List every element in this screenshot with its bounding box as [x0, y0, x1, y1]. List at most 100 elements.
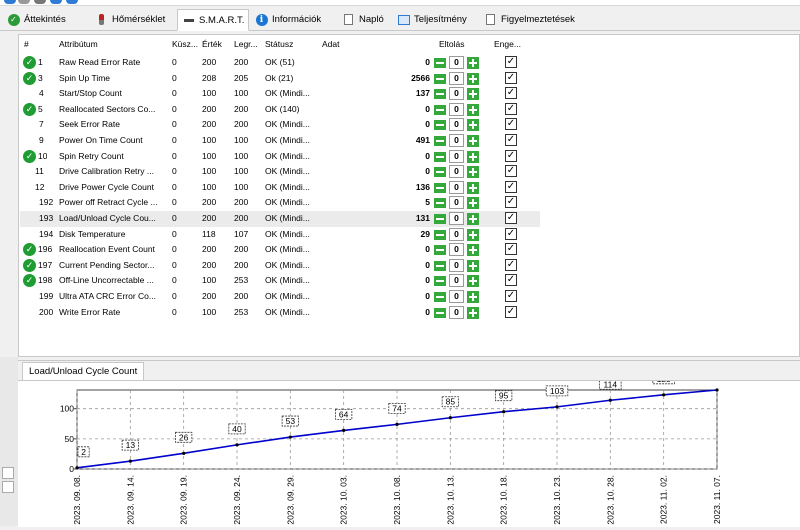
table-row[interactable]: 9 Power On Time Count 0 100 100 OK (Mindi... 4… — [20, 133, 540, 149]
table-row[interactable]: 11 Drive Calibration Retry ... 0 100 100 OK (… — [20, 164, 540, 180]
enabled-checkbox[interactable]: ✓ — [505, 290, 517, 302]
increment-offset-button[interactable] — [467, 181, 479, 194]
offset-field[interactable]: 0 — [449, 56, 464, 69]
offset-field[interactable]: 0 — [449, 258, 464, 272]
table-row[interactable]: ✓ 3 Spin Up Time 0 208 205 Ok (21) 2566 0 ✓ — [20, 71, 540, 87]
decrement-offset-button[interactable] — [434, 245, 446, 256]
increment-offset-button[interactable] — [467, 228, 479, 241]
increment-offset-button[interactable] — [467, 150, 479, 163]
column-header-offset[interactable]: Eltolás — [439, 39, 465, 49]
increment-offset-button[interactable] — [467, 88, 479, 101]
column-header-enabled[interactable]: Enge... — [494, 39, 521, 49]
tab-overview[interactable]: ✓ Áttekintés — [3, 9, 70, 30]
decrement-offset-button[interactable] — [434, 104, 446, 115]
table-row[interactable]: ✓ 197 Current Pending Sector... 0 200 200 OK (… — [20, 258, 540, 274]
tab-smart[interactable]: S.M.A.R.T. — [177, 9, 250, 31]
increment-offset-button[interactable] — [467, 244, 479, 257]
table-row[interactable]: 12 Drive Power Cycle Count 0 100 100 OK (Mind… — [20, 180, 540, 196]
table-row[interactable]: 194 Disk Temperature 0 118 107 OK (Mindi... 29… — [20, 227, 540, 243]
enabled-checkbox[interactable]: ✓ — [505, 274, 517, 287]
enabled-checkbox[interactable]: ✓ — [505, 227, 517, 240]
offset-field[interactable]: 0 — [449, 243, 464, 257]
decrement-offset-button[interactable] — [434, 58, 446, 68]
enabled-checkbox[interactable]: ✓ — [505, 180, 517, 193]
tab-performance[interactable]: Teljesítmény — [393, 9, 471, 30]
offset-field[interactable]: 0 — [449, 118, 464, 132]
table-row[interactable]: ✓ 196 Reallocation Event Count 0 200 200 OK (M… — [20, 242, 540, 258]
enabled-checkbox[interactable]: ✓ — [505, 196, 517, 209]
column-header-id[interactable]: # — [24, 39, 29, 49]
increment-offset-button[interactable] — [467, 306, 479, 319]
decrement-offset-button[interactable] — [434, 151, 446, 162]
table-row[interactable]: ✓ 5 Reallocated Sectors Co... 0 200 200 OK (14… — [20, 102, 540, 118]
offset-field[interactable]: 0 — [449, 290, 464, 303]
offset-field[interactable]: 0 — [449, 274, 464, 288]
decrement-offset-button[interactable] — [434, 73, 446, 84]
enabled-checkbox[interactable]: ✓ — [505, 118, 517, 131]
enabled-checkbox[interactable]: ✓ — [505, 165, 517, 178]
increment-offset-button[interactable] — [467, 213, 479, 225]
enabled-checkbox[interactable]: ✓ — [505, 56, 517, 68]
increment-offset-button[interactable] — [467, 275, 479, 288]
increment-offset-button[interactable] — [467, 119, 479, 132]
toolbar-icon[interactable] — [66, 0, 78, 4]
increment-offset-button[interactable] — [467, 103, 479, 116]
offset-field[interactable]: 0 — [449, 227, 464, 241]
enabled-checkbox[interactable]: ✓ — [505, 87, 517, 100]
side-toggle[interactable] — [2, 481, 14, 493]
column-header-threshold[interactable]: Küsz... — [172, 39, 198, 49]
enabled-checkbox[interactable]: ✓ — [505, 243, 517, 256]
enabled-checkbox[interactable]: ✓ — [505, 149, 517, 162]
offset-field[interactable]: 0 — [449, 134, 464, 147]
decrement-offset-button[interactable] — [434, 229, 446, 240]
increment-offset-button[interactable] — [467, 72, 479, 85]
offset-field[interactable]: 0 — [449, 212, 464, 225]
table-row[interactable]: 200 Write Error Rate 0 100 253 OK (Mindi... 0 0… — [20, 305, 540, 321]
offset-field[interactable]: 0 — [449, 71, 464, 85]
offset-field[interactable]: 0 — [449, 305, 464, 319]
toolbar-icon[interactable] — [34, 0, 46, 4]
table-row[interactable]: 192 Power off Retract Cycle ... 0 200 200 OK … — [20, 195, 540, 211]
decrement-offset-button[interactable] — [434, 198, 446, 209]
decrement-offset-button[interactable] — [434, 136, 446, 146]
table-row[interactable]: 199 Ultra ATA CRC Error Co... 0 200 200 OK (M… — [20, 289, 540, 305]
decrement-offset-button[interactable] — [434, 89, 446, 100]
enabled-checkbox[interactable]: ✓ — [505, 71, 517, 84]
toolbar-icon[interactable] — [18, 0, 30, 4]
decrement-offset-button[interactable] — [434, 276, 446, 287]
column-header-data[interactable]: Adat — [322, 39, 340, 49]
offset-field[interactable]: 0 — [449, 165, 464, 179]
offset-field[interactable]: 0 — [449, 196, 464, 210]
column-header-status[interactable]: Státusz — [265, 39, 293, 49]
toolbar-icon[interactable] — [4, 0, 16, 4]
enabled-checkbox[interactable]: ✓ — [505, 212, 517, 224]
offset-field[interactable]: 0 — [449, 102, 464, 116]
increment-offset-button[interactable] — [467, 166, 479, 179]
tab-temperature[interactable]: Hőmérséklet — [91, 9, 169, 30]
column-header-value[interactable]: Érték — [202, 39, 222, 49]
offset-field[interactable]: 0 — [449, 180, 464, 194]
enabled-checkbox[interactable]: ✓ — [505, 102, 517, 115]
table-row[interactable]: ✓ 198 Off-Line Uncorrectable ... 0 100 253 OK … — [20, 273, 540, 289]
decrement-offset-button[interactable] — [434, 167, 446, 178]
table-row[interactable]: ✓ 1 Raw Read Error Rate 0 200 200 OK (51) 0 0 ✓ — [20, 55, 540, 71]
increment-offset-button[interactable] — [467, 57, 479, 69]
table-row[interactable]: 7 Seek Error Rate 0 200 200 OK (Mindi... 0 0 ✓ — [20, 117, 540, 133]
side-toggle[interactable] — [2, 467, 14, 479]
tab-alerts[interactable]: Figyelmeztetések — [480, 9, 579, 30]
enabled-checkbox[interactable]: ✓ — [505, 134, 517, 146]
increment-offset-button[interactable] — [467, 291, 479, 303]
increment-offset-button[interactable] — [467, 259, 479, 272]
tab-information[interactable]: i Információk — [251, 9, 325, 30]
column-header-attribute[interactable]: Attribútum — [59, 39, 98, 49]
tab-log[interactable]: Napló — [338, 9, 388, 30]
decrement-offset-button[interactable] — [434, 182, 446, 193]
decrement-offset-button[interactable] — [434, 292, 446, 302]
column-header-worst[interactable]: Legr... — [234, 39, 258, 49]
decrement-offset-button[interactable] — [434, 307, 446, 318]
decrement-offset-button[interactable] — [434, 120, 446, 131]
table-row[interactable]: 4 Start/Stop Count 0 100 100 OK (Mindi... 137 0… — [20, 86, 540, 102]
offset-field[interactable]: 0 — [449, 87, 464, 101]
decrement-offset-button[interactable] — [434, 214, 446, 224]
increment-offset-button[interactable] — [467, 197, 479, 210]
